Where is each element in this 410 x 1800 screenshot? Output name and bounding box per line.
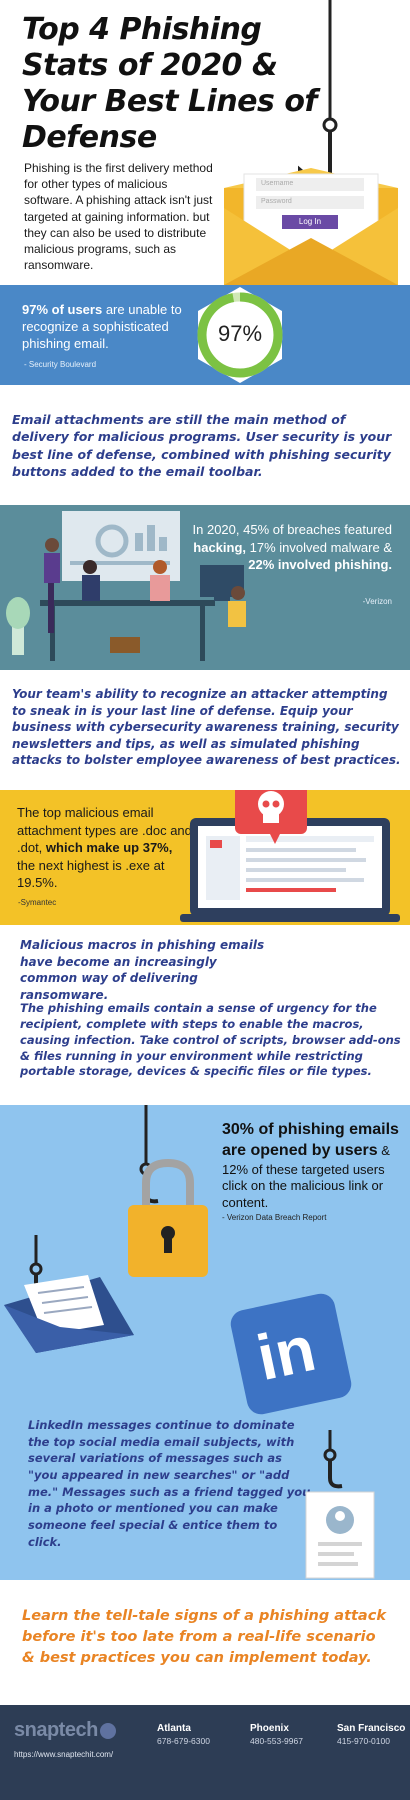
title-section: Top 4 Phishing Stats of 2020 & Your Best… — [0, 0, 410, 285]
attachments-section: Email attachments are still the main met… — [0, 385, 410, 505]
phishing-open-source: - Verizon Data Breach Report — [222, 1213, 327, 1222]
login-button[interactable]: Log In — [282, 215, 338, 229]
stat-97-section: 97% of users are unable to recognize a s… — [0, 285, 410, 385]
office-san-francisco: San Francisco 415-970-0100 — [337, 1723, 405, 1746]
office-atlanta: Atlanta 678-679-6300 — [157, 1723, 210, 1746]
office-city: Phoenix — [250, 1723, 289, 1734]
office-city: Atlanta — [157, 1723, 191, 1734]
logo-text: snaptech — [14, 1719, 98, 1741]
attachments-text: Email attachments are still the main met… — [12, 412, 392, 479]
cta-section: Learn the tell-tale signs of a phishing … — [0, 1580, 410, 1705]
types-source: -Symantec — [18, 898, 57, 907]
breach-source: -Verizon — [362, 597, 392, 606]
types-bold: which make up 37%, — [45, 840, 173, 856]
team-text: Your team's ability to recognize an atta… — [12, 687, 401, 768]
snaptech-logo: snaptech — [14, 1719, 116, 1742]
office-city: San Francisco — [337, 1723, 406, 1734]
username-field[interactable]: Username — [256, 178, 364, 191]
login-form: Username Password Log In — [256, 178, 364, 229]
stat-97-highlight: 97% of users — [22, 302, 103, 317]
linkedin-logo-text: in — [250, 1311, 322, 1395]
fish-hook-icon — [297, 0, 338, 190]
phishing-open-bold: 30% of phishing emails are opened by use… — [222, 1121, 399, 1159]
password-field[interactable]: Password — [256, 196, 364, 209]
team-section: Your team's ability to recognize an atta… — [0, 670, 410, 790]
breach-hacking: hacking, — [193, 539, 247, 555]
logo-mark-icon — [99, 1722, 116, 1739]
laptop-skull-illustration — [180, 790, 400, 922]
website-link[interactable]: https://www.snaptechit.com/ — [14, 1750, 113, 1759]
cta-text[interactable]: Learn the tell-tale signs of a phishing … — [22, 1606, 392, 1669]
phishing-open-text: 30% of phishing emails are opened by use… — [222, 1120, 402, 1212]
attachment-types-section: The top malicious email attachment types… — [0, 790, 410, 925]
intro-text: Phishing is the first delivery method fo… — [24, 161, 213, 273]
macros-body: The phishing emails contain a sense of u… — [20, 1001, 401, 1079]
attachment-types-text: The top malicious email attachment types… — [17, 804, 192, 892]
letter-envelope-icon — [4, 1235, 134, 1353]
id-badge-icon — [305, 1430, 375, 1579]
percent-badge: 97% — [217, 321, 263, 346]
linkedin-text: LinkedIn messages continue to dominate t… — [28, 1418, 311, 1549]
stat-97-text: 97% of users are unable to recognize a s… — [22, 302, 197, 353]
footer: snaptech https://www.snaptechit.com/ Atl… — [0, 1705, 410, 1800]
breach-part1: In 2020, 45% of breaches featured — [192, 522, 392, 537]
office-phoenix: Phoenix 480-553-9967 — [250, 1723, 303, 1746]
office-phone[interactable]: 678-679-6300 — [157, 1736, 210, 1746]
breach-part2: 17% involved malware & — [246, 539, 392, 555]
macros-lead: Malicious macros in phishing emails have… — [20, 938, 265, 1002]
types-part2: the next highest is .exe at 19.5%. — [17, 857, 165, 891]
office-phone[interactable]: 480-553-9967 — [250, 1736, 303, 1746]
breach-section: In 2020, 45% of breaches featured hackin… — [0, 505, 410, 670]
stat-97-source: - Security Boulevard — [24, 360, 97, 369]
macros-section: Malicious macros in phishing emails have… — [0, 925, 410, 1105]
office-phone[interactable]: 415-970-0100 — [337, 1736, 405, 1746]
breach-stat-text: In 2020, 45% of breaches featured hackin… — [180, 521, 392, 574]
linkedin-logo-icon: in — [228, 1291, 354, 1417]
breach-phishing: 22% involved phishing. — [248, 557, 392, 573]
phishing-open-section: 30% of phishing emails are opened by use… — [0, 1105, 410, 1580]
